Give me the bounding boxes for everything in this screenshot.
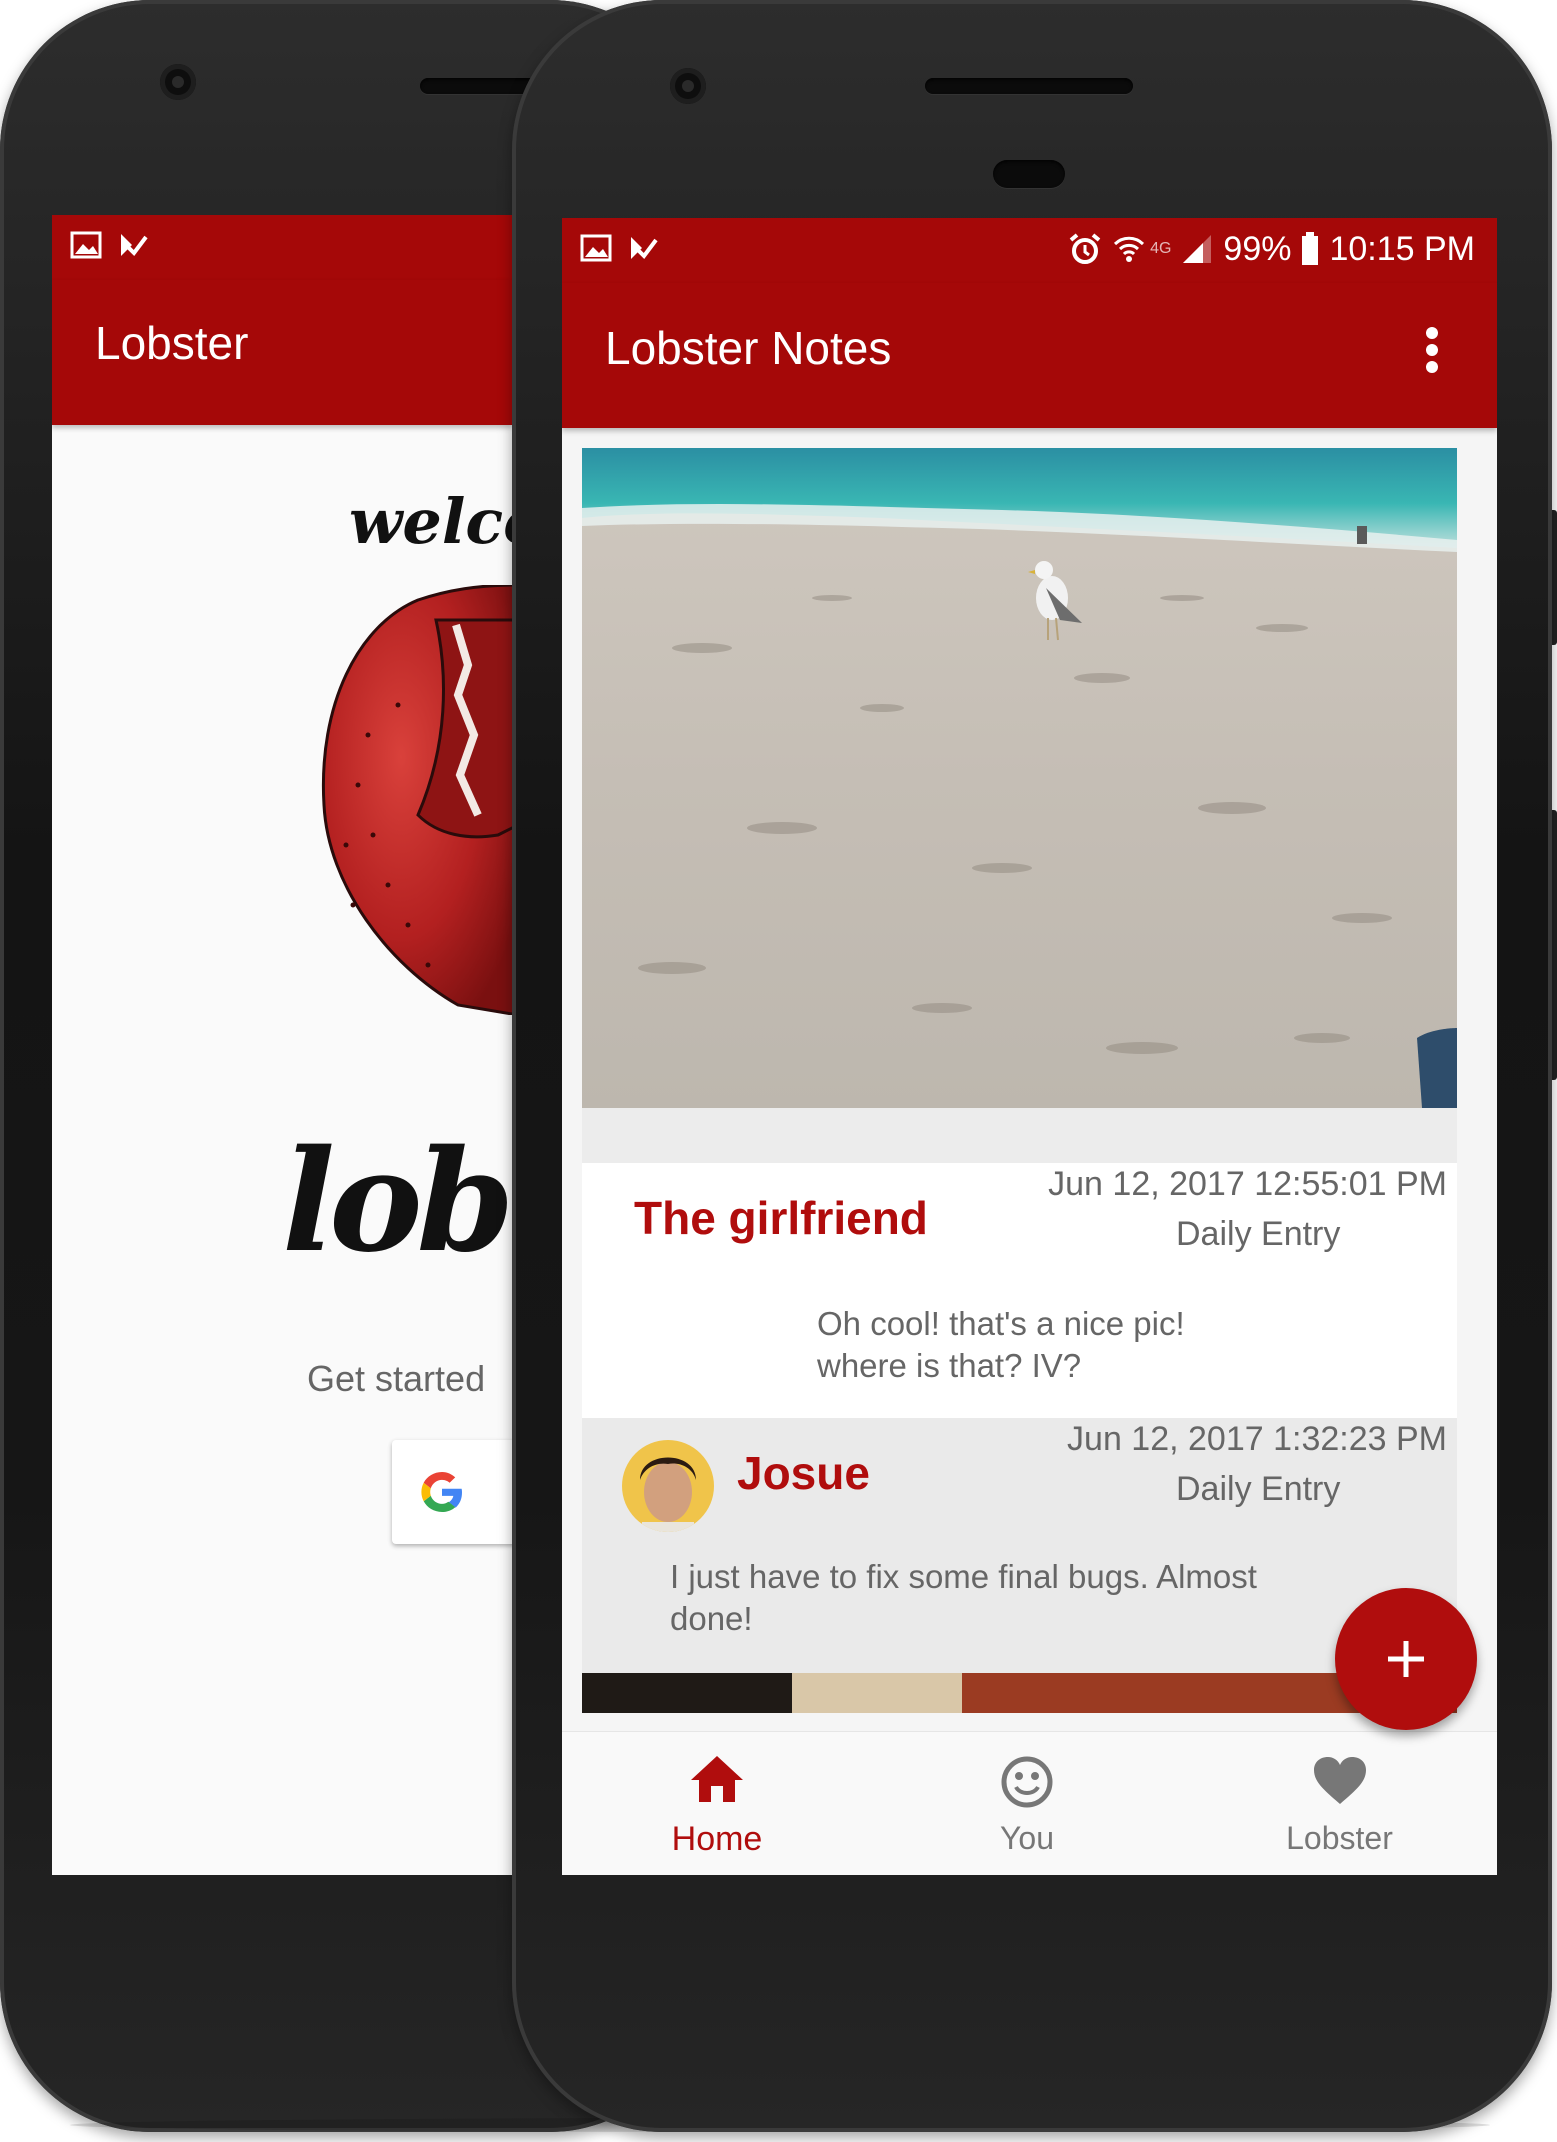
comment-text: I just have to fix some final bugs. Almo… <box>670 1556 1257 1640</box>
gallery-notification-icon <box>580 234 612 262</box>
comment-entry-type: Daily Entry <box>1176 1215 1341 1253</box>
battery-icon <box>1302 232 1319 265</box>
beach-photo <box>582 448 1457 1108</box>
left-status-bar <box>52 215 512 280</box>
comment-date: Jun 12, 2017 1:32:23 PM <box>1067 1420 1447 1458</box>
smiley-icon <box>1001 1756 1053 1808</box>
avatar[interactable] <box>622 1440 714 1532</box>
nav-you-label: You <box>1000 1820 1054 1856</box>
comment-text-line: done! <box>670 1600 753 1637</box>
task-check-notification-icon <box>631 237 658 260</box>
right-app-bar: Lobster Notes <box>562 283 1497 428</box>
plus-icon <box>1388 1641 1424 1677</box>
google-g-icon <box>421 1472 462 1512</box>
nav-lobster[interactable]: Lobster <box>1182 1732 1497 1875</box>
nav-home-label: Home <box>671 1820 763 1858</box>
cell-signal-icon <box>1183 235 1212 263</box>
right-earpiece <box>925 78 1133 94</box>
comment-author: Josue <box>737 1447 870 1499</box>
nav-lobster-label: Lobster <box>1286 1820 1393 1856</box>
gallery-notification-icon <box>70 231 102 259</box>
nav-home[interactable]: Home <box>562 1732 872 1875</box>
google-sign-in-button[interactable] <box>392 1440 512 1544</box>
task-check-notification-icon <box>121 234 148 257</box>
add-entry-fab[interactable] <box>1335 1588 1477 1730</box>
alarm-icon <box>1069 233 1101 264</box>
left-app-title: Lobster <box>95 317 249 369</box>
left-app-bar: Lobster <box>52 280 512 425</box>
comment-text: Oh cool! that's a nice pic! where is tha… <box>817 1303 1185 1387</box>
right-screen: 4G 99% 10:15 PM Lobster Notes The girlfr… <box>562 218 1497 1875</box>
clock-time: 10:15 PM <box>1329 229 1475 268</box>
overflow-menu-icon[interactable] <box>1424 325 1440 375</box>
battery-percent: 99% <box>1223 229 1292 268</box>
comment-text-line: I just have to fix some final bugs. Almo… <box>670 1558 1257 1595</box>
left-screen: Lobster welco lob Get started <box>52 215 512 1875</box>
right-proximity-sensor <box>993 160 1065 188</box>
next-entry-photo-peek <box>582 1673 1457 1713</box>
bottom-navigation: Home You Lobster <box>562 1731 1497 1875</box>
get-started-text: Get started <box>307 1358 486 1399</box>
comment-text-line: where is that? IV? <box>817 1347 1082 1384</box>
heart-icon <box>1314 1757 1366 1804</box>
right-app-title: Lobster Notes <box>605 322 892 374</box>
comment-author: The girlfriend <box>634 1192 928 1244</box>
home-icon <box>691 1756 743 1802</box>
comment-card[interactable]: Josue Jun 12, 2017 1:32:23 PM Daily Entr… <box>582 1418 1457 1673</box>
right-front-camera <box>670 68 706 104</box>
welcome-script-text: welco <box>349 485 512 558</box>
comment-text-line: Oh cool! that's a nice pic! <box>817 1305 1185 1342</box>
left-front-camera <box>160 64 196 100</box>
right-status-bar: 4G 99% 10:15 PM <box>562 218 1497 283</box>
comment-card[interactable]: The girlfriend Jun 12, 2017 12:55:01 PM … <box>582 1163 1457 1418</box>
status-right-group: 4G 99% 10:15 PM <box>1068 224 1475 274</box>
lobster-logo-script: lob <box>282 1120 512 1284</box>
network-type-label: 4G <box>1150 240 1172 257</box>
wifi-icon <box>1114 236 1145 262</box>
comment-date: Jun 12, 2017 12:55:01 PM <box>1048 1165 1447 1203</box>
lobster-claw-illustration <box>321 585 512 1015</box>
nav-you[interactable]: You <box>872 1732 1182 1875</box>
comment-entry-type: Daily Entry <box>1176 1470 1341 1508</box>
